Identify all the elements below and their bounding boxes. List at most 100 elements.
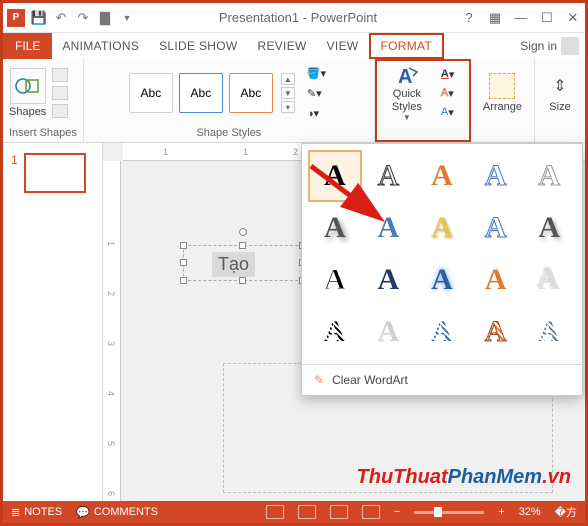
shapes-icon [10,68,46,104]
slideshow-view-icon[interactable] [362,505,380,519]
wordart-style-2-3[interactable]: A [469,254,523,306]
help-icon[interactable]: ? [461,10,477,26]
wordart-style-3-0[interactable]: A [308,306,362,358]
shape-style-1[interactable]: Abc [129,73,173,113]
slidesorter-view-icon[interactable] [298,505,316,519]
wordart-style-0-1[interactable]: A [362,150,416,202]
start-slideshow-icon[interactable]: ▇ [97,10,113,26]
close-icon[interactable]: ✕ [565,10,581,26]
ribbon-options-icon[interactable]: ▦ [487,10,503,26]
undo-icon[interactable]: ↶ [53,10,69,26]
signin-label: Sign in [520,39,557,53]
text-outline-button[interactable]: A ▾ [441,85,463,101]
group-label-wordart [383,123,463,140]
qat-more-icon[interactable]: ▼ [119,10,135,26]
edit-shape-icon[interactable] [52,68,68,82]
group-wordart-styles: A Quick Styles ▼ A ▾ A ▾ A ▾ [375,59,471,142]
fit-to-window-icon[interactable]: �方 [555,504,577,520]
zoom-level[interactable]: 32% [519,506,541,518]
group-insert-shapes: Shapes Insert Shapes [3,59,84,142]
resize-handle[interactable] [239,242,246,249]
wordart-style-1-1[interactable]: A [362,202,416,254]
styles-row-up-icon[interactable]: ▲ [281,73,295,85]
shapes-gallery-button[interactable]: Shapes [9,68,46,118]
clear-wordart-label: Clear WordArt [332,373,408,387]
styles-more-icon[interactable]: ▾ [281,101,295,113]
slide-thumbnails-pane: 1 [3,143,103,501]
arrange-button[interactable]: Arrange [477,69,528,117]
wordart-style-2-0[interactable]: A [308,254,362,306]
tab-view[interactable]: VIEW [317,33,369,59]
shape-style-2[interactable]: Abc [179,73,223,113]
avatar-icon [561,37,579,55]
resize-handle[interactable] [180,277,187,284]
resize-handle[interactable] [239,277,246,284]
minimize-icon[interactable]: — [513,10,529,26]
comments-button[interactable]: 💬 COMMENTS [76,506,158,519]
quick-styles-label: Quick Styles [383,88,431,112]
textbox-icon[interactable] [52,86,68,100]
slide-thumbnail-1[interactable] [24,153,86,193]
tab-review[interactable]: REVIEW [247,33,316,59]
group-arrange: Arrange [471,59,535,142]
tab-animations[interactable]: ANIMATIONS [52,33,149,59]
size-button[interactable]: ⇕ Size [541,69,579,117]
tab-file[interactable]: FILE [3,33,52,59]
shapes-label: Shapes [9,106,46,118]
eraser-icon: ✎ [314,373,324,387]
wordart-style-1-3[interactable]: A [469,202,523,254]
maximize-icon[interactable]: ☐ [539,10,555,26]
text-effects-button[interactable]: A ▾ [441,104,463,120]
wordart-style-1-0[interactable]: A [308,202,362,254]
zoom-out-icon[interactable]: − [394,506,400,518]
shape-outline-button[interactable]: ✎▾ [307,85,329,101]
wordart-style-2-1[interactable]: A [362,254,416,306]
size-icon: ⇕ [547,73,573,99]
wordart-style-0-4[interactable]: A [522,150,576,202]
shape-style-3[interactable]: Abc [229,73,273,113]
reading-view-icon[interactable] [330,505,348,519]
textbox-text[interactable]: Tạo [212,252,255,277]
wordart-style-3-4[interactable]: A [522,306,576,358]
wordart-style-3-3[interactable]: A [469,306,523,358]
wordart-style-0-3[interactable]: A [469,150,523,202]
title-bar: P 💾 ↶ ↷ ▇ ▼ Presentation1 - PowerPoint ?… [3,3,585,33]
wordart-style-2-2[interactable]: A [415,254,469,306]
shape-fill-button[interactable]: 🪣▾ [307,65,329,81]
clear-wordart-button[interactable]: ✎ Clear WordArt [302,364,582,395]
normal-view-icon[interactable] [266,505,284,519]
tab-slideshow[interactable]: SLIDE SHOW [149,33,247,59]
wordart-style-0-0[interactable]: A [308,150,362,202]
zoom-thumb[interactable] [434,507,442,517]
wordart-style-3-2[interactable]: A [415,306,469,358]
resize-handle[interactable] [180,259,187,266]
arrange-icon [489,73,515,99]
watermark: ThuThuatPhanMem.vn [357,466,571,489]
wordart-style-3-1[interactable]: A [362,306,416,358]
size-label: Size [549,101,570,113]
slide-number: 1 [11,153,18,193]
quick-styles-button[interactable]: A Quick Styles ▼ [383,64,431,121]
notes-button[interactable]: ≣ NOTES [11,506,62,519]
text-fill-button[interactable]: A ▾ [441,66,463,82]
rotate-handle-icon[interactable] [239,228,247,236]
shape-effects-button[interactable]: ◑▾ [307,105,329,121]
window-title: Presentation1 - PowerPoint [135,10,461,25]
resize-handle[interactable] [180,242,187,249]
vertical-ruler: 1 2 3 4 5 6 [103,161,121,501]
zoom-in-icon[interactable]: + [498,506,504,518]
wordart-style-1-4[interactable]: A [522,202,576,254]
wordart-style-1-2[interactable]: A [415,202,469,254]
status-bar: ≣ NOTES 💬 COMMENTS − + 32% �方 [3,501,585,523]
signin-button[interactable]: Sign in [514,33,585,59]
tab-format[interactable]: FORMAT [369,33,445,59]
group-label-shape-styles: Shape Styles [90,125,368,142]
wordart-style-2-4[interactable]: A [522,254,576,306]
merge-shapes-icon[interactable] [52,104,68,118]
wordart-style-0-2[interactable]: A [415,150,469,202]
save-icon[interactable]: 💾 [31,10,47,26]
zoom-slider[interactable] [414,511,484,514]
selected-textbox[interactable]: Tạo [183,245,303,281]
redo-icon[interactable]: ↷ [75,10,91,26]
styles-row-down-icon[interactable]: ▼ [281,87,295,99]
